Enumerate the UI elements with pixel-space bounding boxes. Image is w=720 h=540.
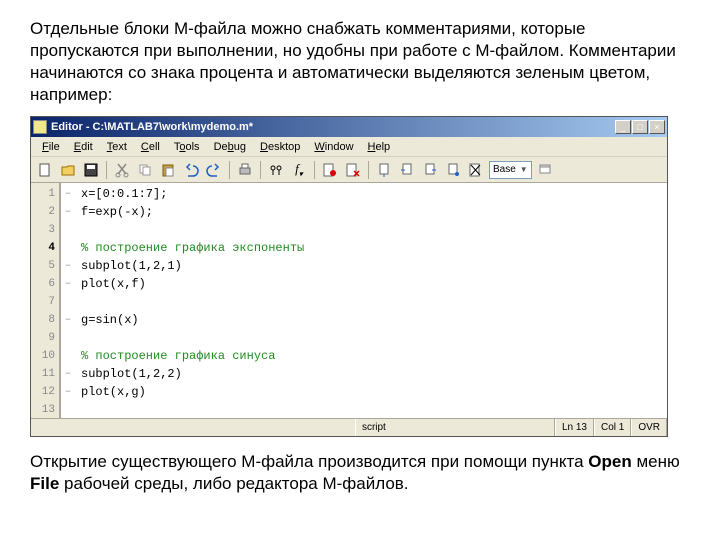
exec-dash [61,347,75,365]
line-number: 1 [31,185,59,203]
line-number: 10 [31,347,59,365]
app-icon [33,120,47,134]
code-line[interactable]: % построение графика синуса [81,347,667,365]
breakpoint-column[interactable]: ––––––– [61,183,75,418]
status-ovr: OVR [631,419,667,436]
status-type: script [355,419,555,436]
line-number: 2 [31,203,59,221]
minimize-button[interactable]: _ [615,120,631,134]
window-title: Editor - C:\MATLAB7\work\mydemo.m* [51,121,615,133]
menu-cell[interactable]: Cell [134,139,167,155]
step-icon[interactable] [374,160,394,180]
menu-file[interactable]: File [35,139,67,155]
stack-icon[interactable] [535,160,555,180]
status-col: Col 1 [594,419,631,436]
chevron-down-icon: ▼ [520,165,528,174]
separator [368,161,369,179]
toolbar: f▾ Base ▼ [31,157,667,183]
exec-dash [61,239,75,257]
exec-dash [61,221,75,239]
line-number: 12 [31,383,59,401]
find-icon[interactable] [266,160,286,180]
exec-dash: – [61,311,75,329]
menu-edit[interactable]: Edit [67,139,100,155]
line-number: 7 [31,293,59,311]
line-number: 3 [31,221,59,239]
menu-tools[interactable]: Tools [167,139,207,155]
menu-help[interactable]: Help [361,139,398,155]
code-line[interactable]: f=exp(-x); [81,203,667,221]
code-line[interactable]: % построение графика экспоненты [81,239,667,257]
line-number: 13 [31,401,59,418]
intro-paragraph: Отдельные блоки М-файла можно снабжать к… [30,18,690,106]
separator [106,161,107,179]
menu-debug[interactable]: Debug [207,139,253,155]
menubar: File Edit Text Cell Tools Debug Desktop … [31,137,667,157]
exec-dash [61,293,75,311]
line-number: 4 [31,239,59,257]
continue-icon[interactable] [443,160,463,180]
exec-dash [61,329,75,347]
menu-window[interactable]: Window [307,139,360,155]
print-icon[interactable] [235,160,255,180]
exec-dash: – [61,185,75,203]
menu-desktop[interactable]: Desktop [253,139,307,155]
code-line[interactable]: x=[0:0.1:7]; [81,185,667,203]
workspace-label: Base [493,164,516,175]
statusbar: script Ln 13 Col 1 OVR [31,418,667,436]
code-area[interactable]: x=[0:0.1:7];f=exp(-x); % построение графи… [75,183,667,418]
menu-text[interactable]: Text [100,139,134,155]
exec-dash: – [61,203,75,221]
code-line[interactable] [81,401,667,418]
redo-icon[interactable] [204,160,224,180]
exec-dash: – [61,365,75,383]
code-line[interactable]: subplot(1,2,1) [81,257,667,275]
cut-icon[interactable] [112,160,132,180]
step-in-icon[interactable] [397,160,417,180]
workspace-dropdown[interactable]: Base ▼ [489,161,532,179]
code-line[interactable] [81,221,667,239]
paste-icon[interactable] [158,160,178,180]
line-number-gutter: 12345678910111213 [31,183,61,418]
status-line: Ln 13 [555,419,594,436]
code-line[interactable] [81,329,667,347]
save-icon[interactable] [81,160,101,180]
line-number: 6 [31,275,59,293]
code-line[interactable]: subplot(1,2,2) [81,365,667,383]
open-file-icon[interactable] [58,160,78,180]
separator [229,161,230,179]
breakpoint-clear-icon[interactable] [343,160,363,180]
line-number: 5 [31,257,59,275]
maximize-button[interactable]: □ [632,120,648,134]
code-line[interactable]: plot(x,g) [81,383,667,401]
exec-dash: – [61,275,75,293]
code-line[interactable] [81,293,667,311]
titlebar: Editor - C:\MATLAB7\work\mydemo.m* _ □ × [31,117,667,137]
step-out-icon[interactable] [420,160,440,180]
editor-window: Editor - C:\MATLAB7\work\mydemo.m* _ □ ×… [30,116,668,437]
code-editor[interactable]: 12345678910111213 ––––––– x=[0:0.1:7];f=… [31,183,667,418]
separator [314,161,315,179]
stop-debug-icon[interactable] [466,160,486,180]
code-line[interactable]: g=sin(x) [81,311,667,329]
outro-paragraph: Открытие существующего М-файла производи… [30,451,690,495]
separator [260,161,261,179]
copy-icon[interactable] [135,160,155,180]
close-button[interactable]: × [649,120,665,134]
code-line[interactable]: plot(x,f) [81,275,667,293]
line-number: 8 [31,311,59,329]
exec-dash: – [61,383,75,401]
exec-dash: – [61,257,75,275]
function-icon[interactable]: f▾ [289,160,309,180]
line-number: 11 [31,365,59,383]
line-number: 9 [31,329,59,347]
exec-dash [61,401,75,418]
new-file-icon[interactable] [35,160,55,180]
breakpoint-set-icon[interactable] [320,160,340,180]
undo-icon[interactable] [181,160,201,180]
